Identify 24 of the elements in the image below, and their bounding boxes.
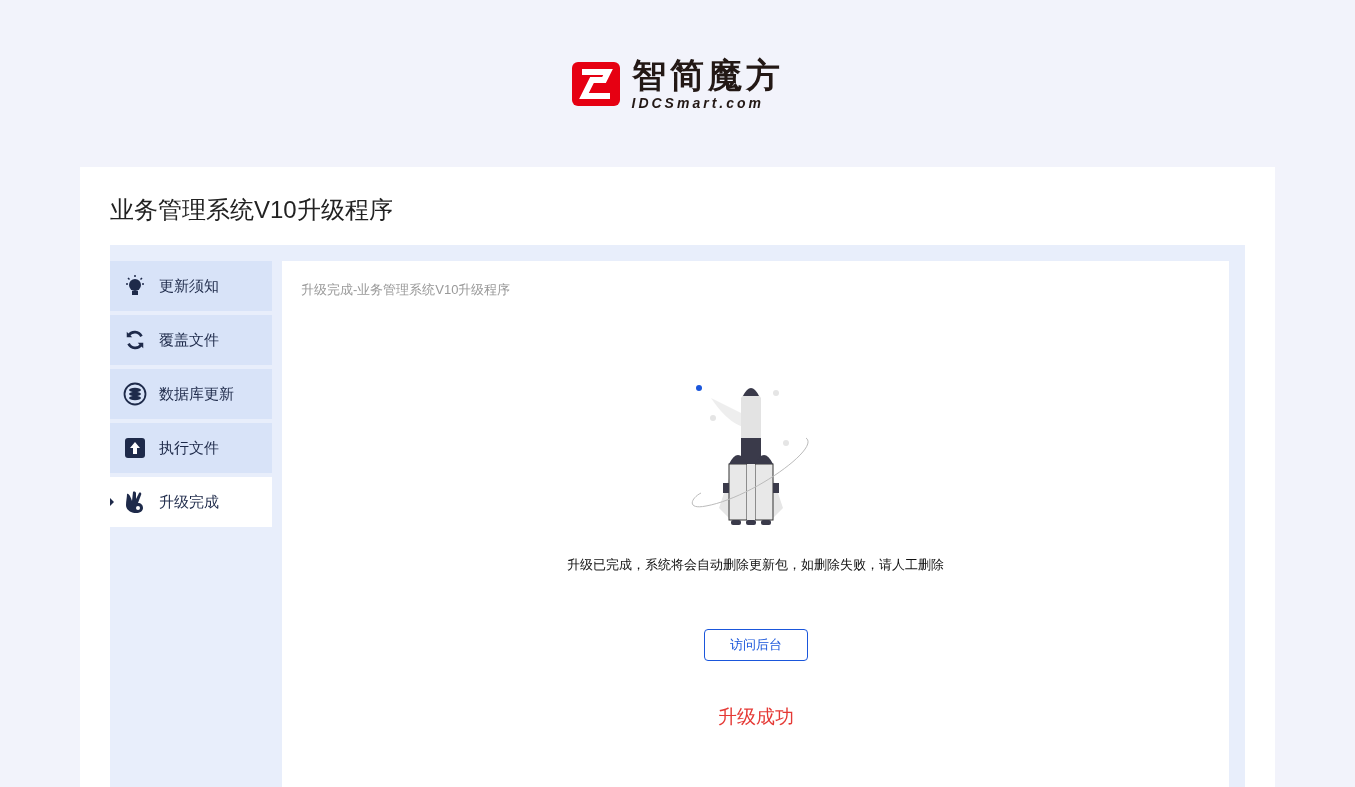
pointer-icon (110, 498, 114, 506)
sidebar-item[interactable]: 更新须知 (110, 261, 272, 311)
logo-domain: IDCSmart.com (631, 96, 765, 110)
logo-name: 智简魔方 (631, 58, 784, 92)
refresh-icon (124, 329, 146, 351)
sidebar-label: 升级完成 (159, 491, 219, 512)
lightbulb-icon (123, 274, 147, 298)
sidebar-item[interactable]: 执行文件 (110, 423, 272, 473)
upload-icon (125, 438, 145, 458)
sidebar-item[interactable]: 升级完成 (110, 477, 272, 527)
sidebar-label: 覆盖文件 (159, 329, 219, 350)
page-title: 业务管理系统V10升级程序 (110, 195, 394, 225)
logo-icon (571, 60, 620, 108)
hand-icon (124, 490, 146, 514)
sidebar-label: 执行文件 (159, 437, 219, 458)
breadcrumb: 升级完成-业务管理系统V10升级程序 (301, 281, 511, 299)
sidebar-label: 更新须知 (159, 275, 219, 296)
sidebar-item[interactable]: 数据库更新 (110, 369, 272, 419)
database-icon (123, 382, 147, 406)
success-text: 升级成功 (717, 705, 794, 729)
completion-message: 升级已完成，系统将会自动删除更新包，如删除失败，请人工删除 (567, 555, 944, 574)
visit-admin-button[interactable]: 访问后台 (703, 629, 808, 661)
sidebar-item[interactable]: 覆盖文件 (110, 315, 272, 365)
sidebar-label: 数据库更新 (159, 383, 234, 404)
